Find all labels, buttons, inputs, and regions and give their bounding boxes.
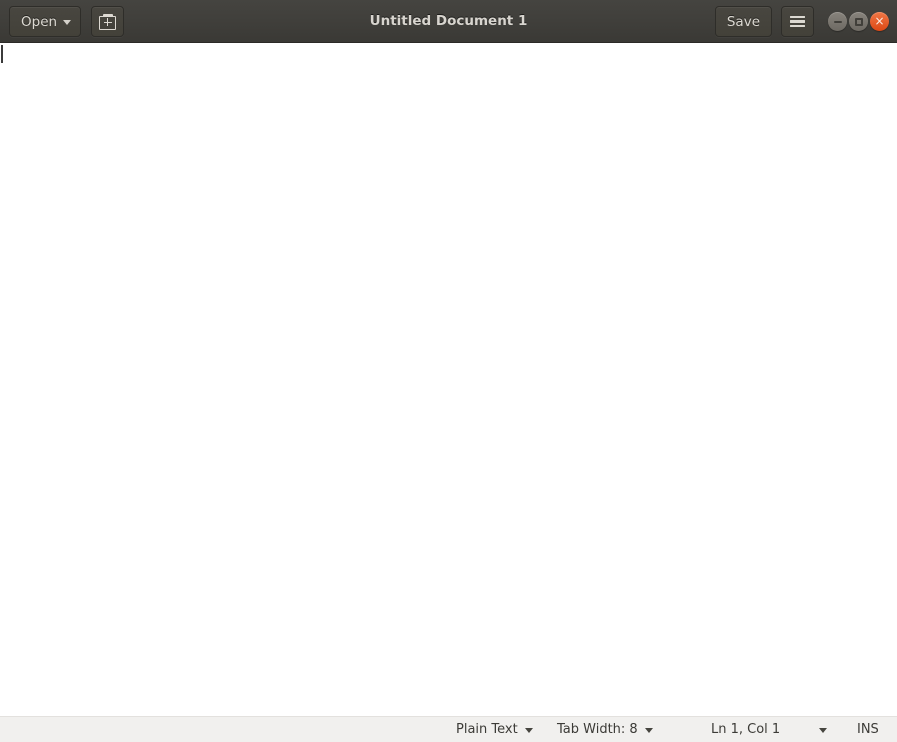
cursor-position-text: Ln 1, Col 1 [711, 722, 781, 737]
open-button-label: Open [21, 13, 58, 30]
tab-width-label: Tab Width: 8 [557, 722, 638, 737]
save-button-label: Save [726, 13, 760, 30]
cursor-position-label: Ln 1, Col 1 [711, 717, 780, 742]
main-menu-button[interactable] [781, 6, 814, 37]
cursor-position-dropdown[interactable] [819, 717, 827, 742]
new-document-button[interactable] [91, 6, 125, 37]
document-text-area[interactable] [0, 43, 897, 716]
close-icon: × [874, 14, 885, 28]
status-bar: Plain Text Tab Width: 8 Ln 1, Col 1 INS [0, 716, 897, 742]
tab-width-selector[interactable]: Tab Width: 8 [557, 717, 653, 742]
chevron-down-icon [63, 20, 72, 25]
minimize-icon [833, 20, 842, 23]
minimize-button[interactable] [828, 12, 847, 31]
maximize-button[interactable] [849, 12, 868, 31]
header-bar-left-group: Open [9, 0, 125, 43]
text-editor-window: Untitled Document 1 Open Save × Plain Te… [0, 0, 897, 742]
maximize-icon [854, 17, 863, 26]
chevron-down-icon [524, 728, 533, 733]
window-controls: × [828, 12, 889, 31]
header-bar-right-group: Save × [714, 0, 889, 43]
language-selector-label: Plain Text [456, 722, 518, 737]
chevron-down-icon [644, 728, 653, 733]
chevron-down-icon [819, 728, 827, 733]
close-button[interactable]: × [870, 12, 889, 31]
save-button[interactable]: Save [714, 6, 772, 37]
text-cursor-caret [1, 45, 3, 63]
new-document-icon [99, 13, 117, 30]
insert-mode-label: INS [857, 722, 879, 737]
open-button[interactable]: Open [9, 6, 82, 37]
language-selector[interactable]: Plain Text [456, 717, 533, 742]
hamburger-menu-icon [790, 15, 805, 28]
header-bar: Untitled Document 1 Open Save × [0, 0, 897, 43]
insert-mode-indicator: INS [857, 717, 879, 742]
